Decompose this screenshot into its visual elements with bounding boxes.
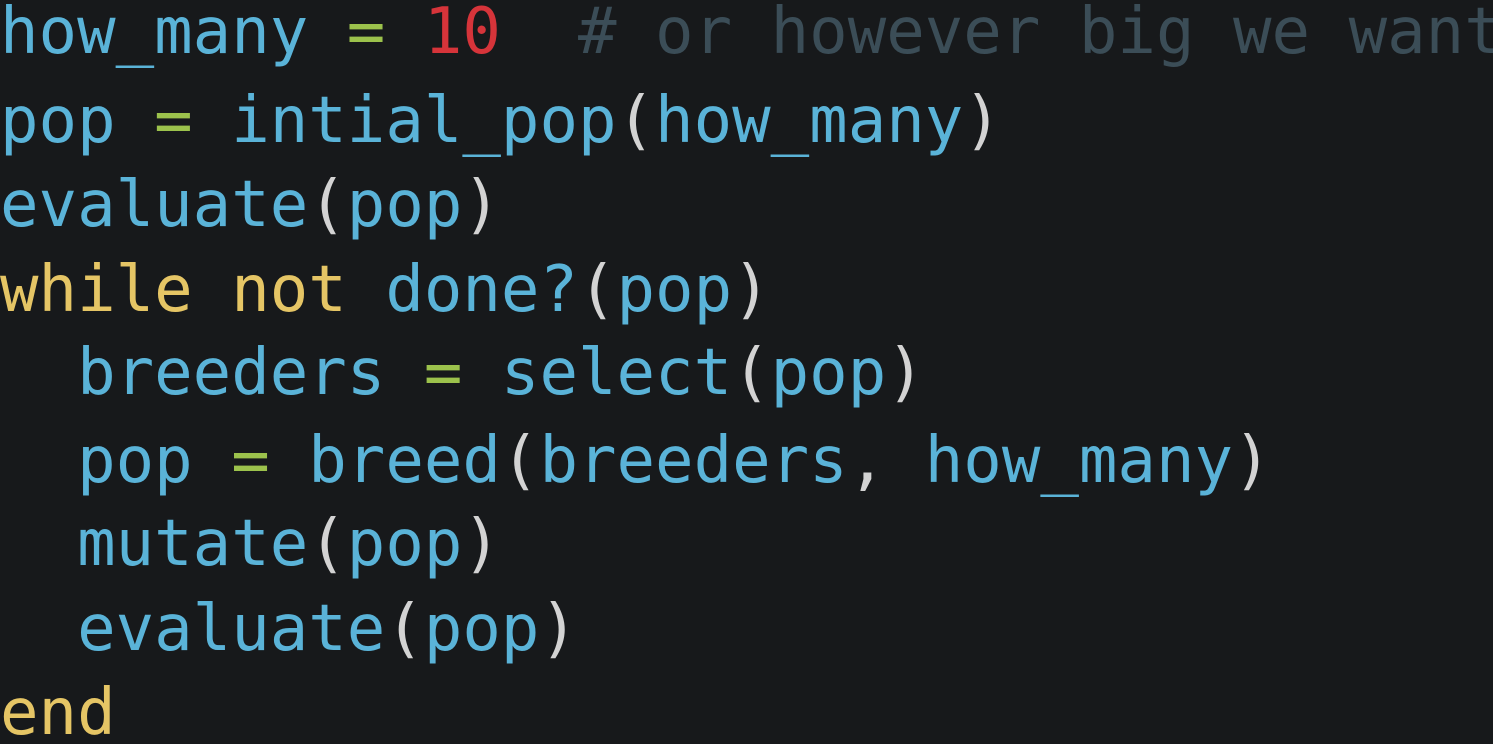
code-operator: = xyxy=(423,336,463,410)
code-punctuation: ) xyxy=(732,253,771,327)
code-keyword: not xyxy=(231,253,347,327)
code-identifier: breeders xyxy=(77,336,386,410)
code-line[interactable]: pop = breed(breeders, how_many) xyxy=(0,419,1272,503)
code-identifier: pop xyxy=(346,507,463,581)
code-keyword: end xyxy=(0,676,116,744)
code-identifier: done? xyxy=(385,253,578,327)
code-operator: = xyxy=(231,424,270,498)
code-punctuation: ) xyxy=(963,84,1002,158)
code-punctuation: ) xyxy=(462,507,501,581)
code-punctuation: , xyxy=(847,424,887,498)
code-operator: = xyxy=(154,84,193,158)
code-punctuation: ) xyxy=(886,336,925,410)
code-identifier: how_many xyxy=(0,0,309,69)
code-line[interactable]: how_many = 10 # or however big we want xyxy=(0,0,1493,74)
code-punctuation: ( xyxy=(616,84,656,158)
code-punctuation: ( xyxy=(308,168,347,242)
code-line[interactable]: mutate(pop) xyxy=(0,502,501,586)
code-line[interactable]: while not done?(pop) xyxy=(0,248,771,332)
code-punctuation: ( xyxy=(385,592,424,666)
code-comment: # or however big we want xyxy=(577,0,1493,69)
code-identifier: how_many xyxy=(655,84,964,158)
code-identifier: pop xyxy=(0,84,116,158)
code-identifier: pop xyxy=(77,424,193,498)
code-punctuation: ) xyxy=(1233,424,1272,498)
code-identifier: mutate xyxy=(77,507,309,581)
code-identifier: pop xyxy=(616,253,733,327)
code-identifier: pop xyxy=(423,592,540,666)
code-line[interactable]: evaluate(pop) xyxy=(0,163,501,247)
code-keyword: while xyxy=(0,253,193,327)
code-line[interactable]: breeders = select(pop) xyxy=(0,331,925,415)
code-identifier: breeders xyxy=(539,424,848,498)
code-line[interactable]: end xyxy=(0,671,116,744)
code-editor[interactable]: how_many = 10 # or however big we want p… xyxy=(0,0,1493,744)
code-identifier: intial_pop xyxy=(231,84,617,158)
code-identifier: select xyxy=(500,336,733,410)
code-identifier: pop xyxy=(770,336,887,410)
code-operator: = xyxy=(346,0,386,69)
code-identifier: evaluate xyxy=(0,168,309,242)
code-identifier: breed xyxy=(308,424,501,498)
code-punctuation: ( xyxy=(500,424,540,498)
code-line[interactable]: pop = intial_pop(how_many) xyxy=(0,79,1002,163)
code-punctuation: ) xyxy=(462,168,501,242)
code-number: 10 xyxy=(423,0,501,69)
code-identifier: how_many xyxy=(924,424,1233,498)
code-punctuation: ) xyxy=(539,592,578,666)
code-punctuation: ( xyxy=(732,336,771,410)
code-line[interactable]: evaluate(pop) xyxy=(0,587,578,671)
code-identifier: pop xyxy=(346,168,463,242)
code-identifier: evaluate xyxy=(77,592,386,666)
code-punctuation: ( xyxy=(308,507,347,581)
code-punctuation: ( xyxy=(577,253,617,327)
